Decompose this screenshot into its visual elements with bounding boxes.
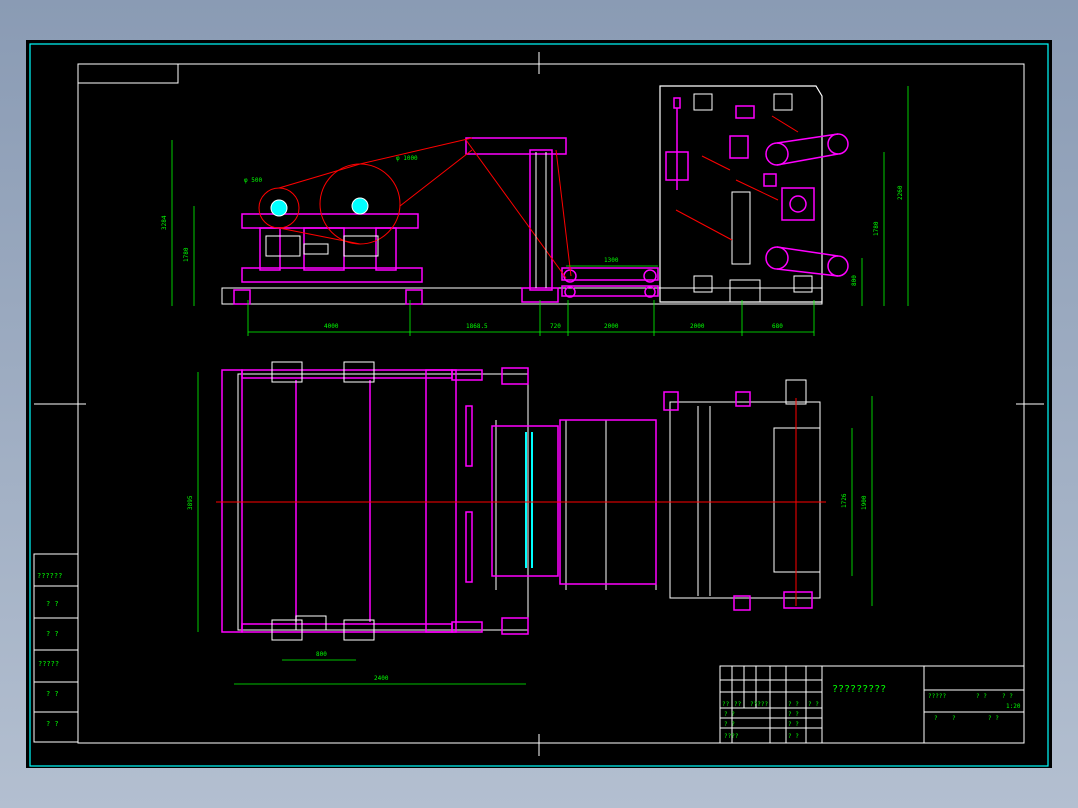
- tb-scale: 1:20: [1006, 703, 1021, 710]
- left-strip-cell-6: ? ?: [46, 720, 59, 728]
- left-strip-cell-3: ? ?: [46, 630, 59, 638]
- left-strip-cell-5: ? ?: [46, 690, 59, 698]
- dim-plan-small: 800: [316, 651, 327, 658]
- frame-corner-box: [77, 63, 179, 84]
- dim-side-right-2: 1780: [873, 221, 880, 236]
- left-strip-cell-2: ? ?: [46, 600, 59, 608]
- dim-plan-long: 2400: [374, 675, 389, 682]
- left-strip-cell-1: ??????: [37, 572, 62, 580]
- roll-label-large: φ 1000: [396, 155, 418, 162]
- plan-view: 3895 800 2400 1726 1900: [187, 361, 873, 685]
- cad-drawing: 4000 1868.5 720 2000 2000 680 3284 1780 …: [29, 43, 1049, 767]
- tb-sign-1-c: ? ?: [788, 711, 799, 718]
- drawing-title: ?????????: [832, 684, 886, 695]
- tb-rev-1: ??: [722, 701, 730, 708]
- tb-right-top-2: ? ?: [976, 693, 987, 700]
- tb-right-bottom-3: ? ?: [988, 715, 999, 722]
- tb-sign-2-c: ? ?: [788, 721, 799, 728]
- left-strip: [33, 553, 79, 743]
- dim-side-1: 4000: [324, 323, 339, 330]
- dim-plan-right-1: 1726: [841, 493, 848, 508]
- dim-side-right-1: 2260: [897, 185, 904, 200]
- tb-right-top-3: ? ?: [1002, 693, 1013, 700]
- tb-right-bottom-2: ?: [952, 715, 956, 722]
- sheet-border: [29, 43, 1049, 767]
- tb-sign-3-c: ? ?: [788, 733, 799, 740]
- tb-right-top-1: ?????: [928, 693, 946, 700]
- tb-sign-2-a: ? ?: [724, 721, 735, 728]
- tb-rev-2: ??: [734, 701, 742, 708]
- tb-rev-3: ?????: [750, 701, 768, 708]
- tb-sign-1-a: ? ?: [724, 711, 735, 718]
- dim-side-left-1: 3284: [161, 215, 168, 230]
- dim-side-left-2: 1780: [183, 247, 190, 262]
- side-view: 4000 1868.5 720 2000 2000 680 3284 1780 …: [161, 85, 909, 336]
- tb-rev-4: ? ?: [788, 701, 799, 708]
- tb-sign-3-a: ????: [724, 733, 739, 740]
- tb-right-bottom-1: ?: [934, 715, 938, 722]
- dim-side-6: 680: [772, 323, 783, 330]
- roll-label-small: φ 500: [244, 177, 262, 184]
- dim-side-4: 2000: [604, 323, 619, 330]
- dim-side-3: 720: [550, 323, 561, 330]
- left-strip-cell-4: ?????: [38, 660, 59, 668]
- cad-viewport[interactable]: 4000 1868.5 720 2000 2000 680 3284 1780 …: [26, 40, 1052, 768]
- dim-side-5: 2000: [690, 323, 705, 330]
- dim-side-2: 1868.5: [466, 323, 488, 330]
- tb-rev-5: ? ?: [808, 701, 819, 708]
- dim-side-right-3: 800: [851, 275, 858, 286]
- center-marks: [34, 52, 1044, 756]
- drawing-frame: [77, 63, 1025, 744]
- dim-plan-right-2: 1900: [861, 495, 868, 510]
- dim-side-top: 1300: [604, 257, 619, 264]
- dim-plan-left: 3895: [187, 495, 194, 510]
